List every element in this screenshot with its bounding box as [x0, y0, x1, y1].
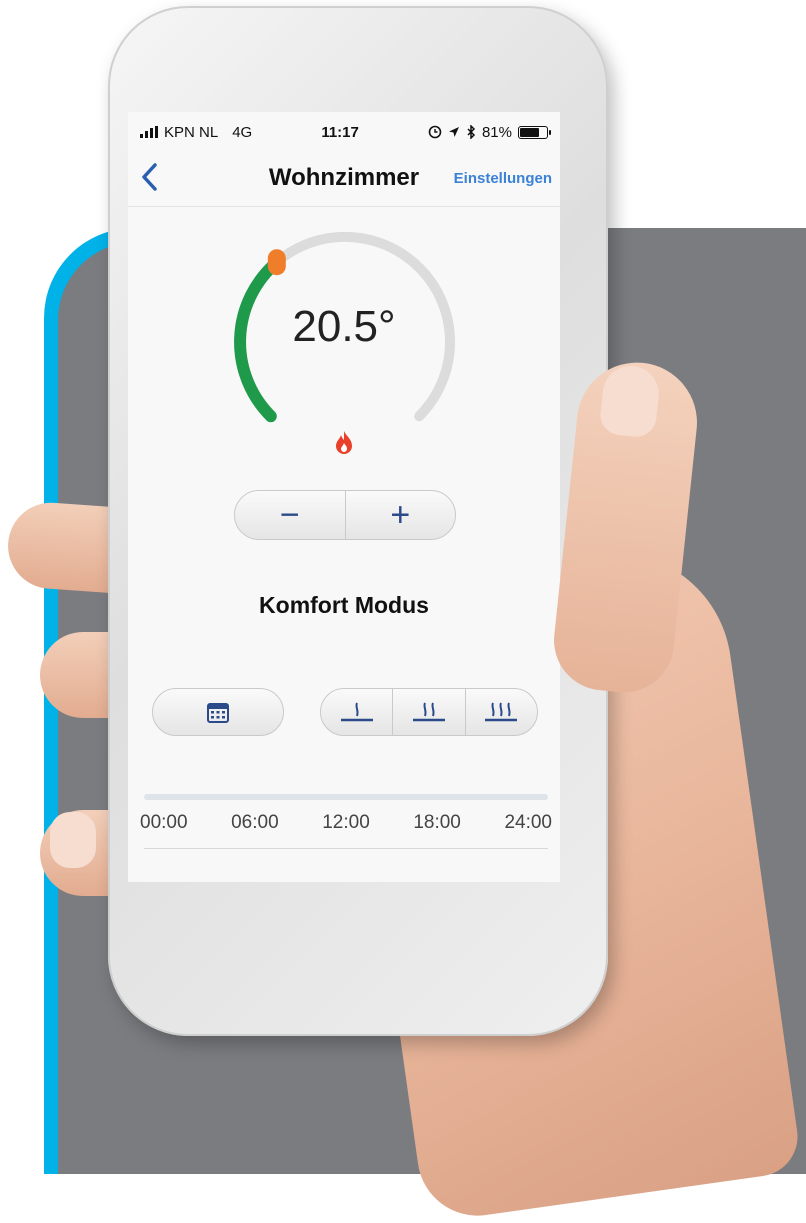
navigation-bar: Wohnzimmer Einstellungen: [128, 152, 560, 207]
carrier-label: KPN NL: [164, 123, 219, 141]
timeline-divider: [144, 848, 548, 849]
phone-screen: KPN NL 4G 11:17 81% Wohnzimmer Einstellu…: [128, 112, 560, 882]
heat-level-1-button[interactable]: [321, 689, 392, 735]
battery-percent: 81%: [481, 123, 512, 141]
timeline-label: 00:00: [140, 812, 188, 833]
mode-label: Komfort Modus: [259, 592, 429, 618]
heat-level-1-icon: [340, 702, 373, 722]
location-icon: [448, 127, 459, 137]
bluetooth-icon: [467, 125, 476, 139]
heat-level-2-icon: [412, 702, 445, 722]
status-bar: KPN NL 4G 11:17 81%: [128, 112, 560, 152]
settings-link[interactable]: Einstellungen: [454, 170, 552, 187]
temperature-value: 20.5°: [292, 302, 396, 351]
alarm-icon: [428, 125, 442, 139]
timeline-label: 18:00: [413, 812, 461, 833]
increase-button[interactable]: +: [346, 491, 456, 539]
signal-icon: [140, 126, 158, 138]
dial-knob[interactable]: [267, 249, 286, 276]
timeline-label: 24:00: [504, 812, 552, 833]
status-right: 81%: [428, 123, 551, 141]
decrease-button[interactable]: −: [235, 491, 345, 539]
temperature-stepper: − +: [234, 490, 456, 540]
battery-icon: [518, 125, 551, 139]
battery-fill: [520, 127, 539, 137]
flame-icon: [336, 431, 352, 454]
schedule-timeline[interactable]: [144, 794, 548, 800]
status-time: 11:17: [321, 123, 359, 141]
timeline-label: 06:00: [231, 812, 279, 833]
heat-level-selector: [320, 688, 538, 736]
heat-level-2-button[interactable]: [393, 689, 464, 735]
calendar-icon: [207, 703, 229, 723]
status-left: KPN NL 4G: [140, 124, 252, 141]
schedule-button[interactable]: [152, 688, 284, 736]
network-label: 4G: [232, 123, 253, 141]
heat-level-3-button[interactable]: [466, 689, 537, 735]
timeline-label: 12:00: [322, 812, 370, 833]
heat-level-3-icon: [485, 702, 518, 722]
finger-nail: [50, 812, 96, 868]
timeline-labels: 00:00 06:00 12:00 18:00 24:00: [128, 812, 560, 834]
